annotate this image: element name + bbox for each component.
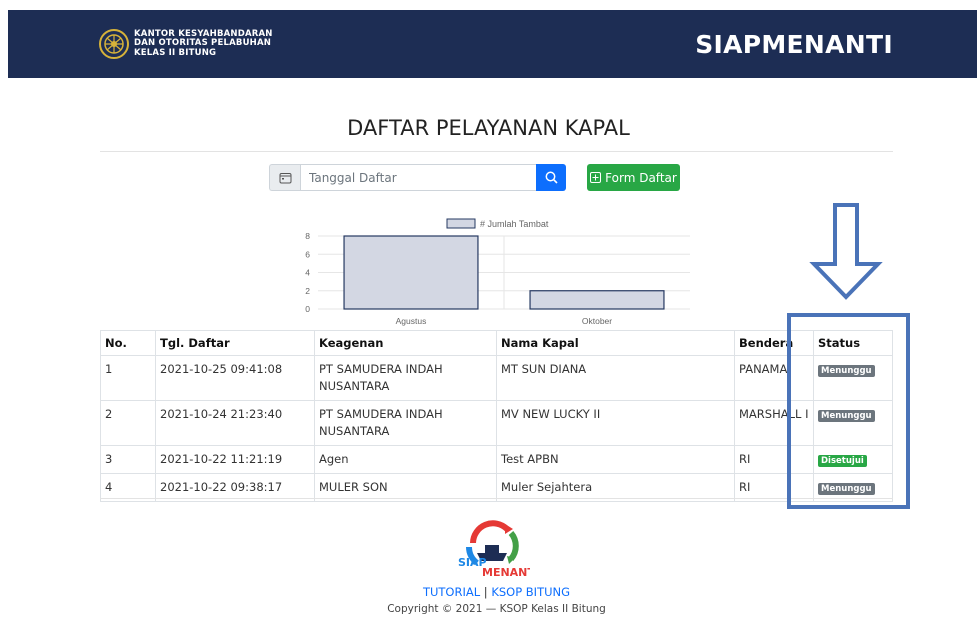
footer-separator: | bbox=[483, 585, 488, 599]
app-title: SIAPMENANTI bbox=[695, 30, 893, 59]
cell-no: 1 bbox=[100, 355, 156, 401]
cell-ship: Test APBN bbox=[496, 445, 735, 474]
search-icon bbox=[545, 171, 558, 184]
down-arrow-icon bbox=[809, 203, 883, 300]
col-header-status: Status bbox=[813, 330, 893, 356]
cell-status: Menunggu bbox=[813, 400, 893, 446]
cell-no: 2 bbox=[100, 400, 156, 446]
divider bbox=[100, 498, 893, 499]
top-navbar: KANTOR KESYAHBANDARAN DAN OTORITAS PELAB… bbox=[8, 10, 977, 78]
footer-links: TUTORIAL | KSOP BITUNG bbox=[0, 585, 977, 599]
calendar-addon bbox=[269, 164, 300, 191]
cell-ship: MT SUN DIANA bbox=[496, 355, 735, 401]
cell-status: Menunggu bbox=[813, 355, 893, 401]
table-row[interactable]: 1 2021-10-25 09:41:08 PT SAMUDERA INDAH … bbox=[100, 355, 893, 401]
bar bbox=[529, 290, 665, 310]
date-search-input[interactable] bbox=[300, 164, 536, 191]
cell-date: 2021-10-25 09:41:08 bbox=[155, 355, 315, 401]
date-search-group bbox=[269, 164, 566, 191]
col-header-ship: Nama Kapal bbox=[496, 330, 735, 356]
cell-flag: MARSHALL I bbox=[734, 400, 814, 446]
cell-agency: Agen bbox=[314, 445, 497, 474]
table-header-row: No. Tgl. Daftar Keagenan Nama Kapal Bend… bbox=[100, 330, 893, 356]
status-badge: Disetujui bbox=[818, 455, 867, 467]
copyright: Copyright © 2021 — KSOP Kelas II Bitung bbox=[387, 603, 606, 615]
form-daftar-button[interactable]: Form Daftar bbox=[587, 164, 680, 191]
y-tick-label: 0 bbox=[305, 304, 310, 314]
logo-text-menanti: MENANTI bbox=[482, 566, 530, 579]
form-daftar-label: Form Daftar bbox=[605, 170, 677, 185]
cell-flag: PANAMA bbox=[734, 355, 814, 401]
bar-chart: # Jumlah Tambat 0 2 4 6 8 Agustus Oktober bbox=[305, 218, 690, 326]
plus-square-icon bbox=[590, 172, 602, 183]
y-tick-label: 8 bbox=[305, 231, 310, 241]
cell-date: 2021-10-22 11:21:19 bbox=[155, 445, 315, 474]
col-header-no: No. bbox=[100, 330, 156, 356]
y-tick-label: 6 bbox=[305, 249, 310, 259]
table-row[interactable]: 3 2021-10-22 11:21:19 Agen Test APBN RI … bbox=[100, 445, 893, 474]
page-title: DAFTAR PELAYANAN KAPAL bbox=[347, 116, 630, 140]
calendar-icon bbox=[279, 172, 291, 183]
bar bbox=[343, 235, 479, 310]
cell-agency: PT SAMUDERA INDAH NUSANTARA bbox=[314, 355, 497, 401]
table-row[interactable]: 2 2021-10-24 21:23:40 PT SAMUDERA INDAH … bbox=[100, 400, 893, 446]
ksop-bitung-link[interactable]: KSOP BITUNG bbox=[491, 585, 570, 599]
org-name: KANTOR KESYAHBANDARAN DAN OTORITAS PELAB… bbox=[134, 29, 273, 59]
cell-no: 3 bbox=[100, 445, 156, 474]
status-badge: Menunggu bbox=[818, 483, 875, 495]
cell-date: 2021-10-24 21:23:40 bbox=[155, 400, 315, 446]
status-badge: Menunggu bbox=[818, 365, 875, 377]
search-button[interactable] bbox=[536, 164, 566, 191]
status-badge: Menunggu bbox=[818, 410, 875, 422]
col-header-flag: Bendera bbox=[734, 330, 814, 356]
cell-status: Disetujui bbox=[813, 445, 893, 474]
x-tick-label: Oktober bbox=[582, 316, 612, 326]
legend-label: # Jumlah Tambat bbox=[480, 219, 549, 229]
x-tick-label: Agustus bbox=[396, 316, 427, 326]
org-logo bbox=[99, 29, 129, 59]
legend-swatch bbox=[446, 218, 476, 229]
tutorial-link[interactable]: TUTORIAL bbox=[423, 585, 480, 599]
y-tick-label: 2 bbox=[305, 286, 310, 296]
col-header-agency: Keagenan bbox=[314, 330, 497, 356]
org-line-3: KELAS II BITUNG bbox=[134, 47, 217, 58]
divider bbox=[100, 151, 893, 152]
cell-flag: RI bbox=[734, 445, 814, 474]
siapmenanti-logo: SIAP MENANTI bbox=[458, 520, 530, 579]
cell-ship: MV NEW LUCKY II bbox=[496, 400, 735, 446]
brand[interactable]: KANTOR KESYAHBANDARAN DAN OTORITAS PELAB… bbox=[98, 28, 273, 60]
cell-agency: PT SAMUDERA INDAH NUSANTARA bbox=[314, 400, 497, 446]
y-tick-label: 4 bbox=[305, 268, 310, 278]
ship-service-table: No. Tgl. Daftar Keagenan Nama Kapal Bend… bbox=[100, 330, 893, 502]
col-header-date: Tgl. Daftar bbox=[155, 330, 315, 356]
